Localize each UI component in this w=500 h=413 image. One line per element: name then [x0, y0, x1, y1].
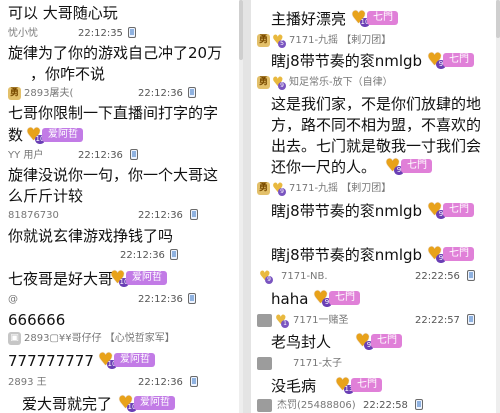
chat-message: 数	[8, 126, 24, 144]
chat-message: ，你咋不说	[30, 65, 106, 83]
fan-badge[interactable]: ♥ 13 七門	[335, 377, 395, 394]
fan-badge[interactable]: ♥ 9 七門	[427, 52, 487, 69]
username[interactable]: 忧小忧	[8, 28, 38, 40]
chat-message: 可以 大哥随心玩	[8, 4, 118, 22]
timestamp: 22:12:36	[138, 294, 183, 305]
fan-badge[interactable]: ♥ 10 爱阿哲	[118, 395, 198, 412]
chat-message: 旋律没说你一句，你一个大哥这	[8, 166, 219, 184]
timestamp: 22:22:58	[363, 400, 408, 411]
chat-message: haha	[271, 290, 309, 308]
chat-message: 七夜哥是好大哥	[8, 270, 114, 288]
fan-badge[interactable]: ♥ 9 七門	[385, 158, 445, 175]
username[interactable]: 7171-九摇 【剌刀团】	[289, 35, 391, 47]
chat-message: 老鸟封人	[271, 333, 332, 351]
username[interactable]: 7171-九摇 【剌刀团】	[289, 183, 391, 195]
fan-club-icon	[257, 314, 272, 327]
chat-message: 瞎j8带节奏的衮nmlgb	[271, 246, 423, 264]
chat-panel-right: 主播好漂亮 ♥ 10 七門 勇 ♥ 5 7171-九摇 【剌刀团】 瞎j8带节奏的…	[251, 0, 500, 413]
chat-message: 主播好漂亮	[271, 10, 347, 28]
timestamp: 22:12:36	[138, 377, 183, 388]
fan-club-icon: ▣	[8, 332, 21, 345]
fan-badge[interactable]: ♥ 9 七門	[427, 202, 487, 219]
timestamp: 22:12:36	[138, 88, 183, 99]
username[interactable]: 81876730	[8, 210, 59, 222]
mobile-icon	[467, 314, 475, 325]
heart-icon: ♥ 9	[272, 76, 286, 90]
username[interactable]: 7171一赌圣	[293, 315, 348, 327]
username[interactable]: 知足常乐-放下（自律）	[289, 77, 393, 89]
chat-message: 还你一尺的人。	[271, 158, 377, 176]
mobile-icon	[188, 293, 196, 304]
fan-badge[interactable]: ♥ 10 爱阿哲	[98, 352, 178, 369]
username[interactable]: 2893屠夫(	[24, 88, 73, 100]
heart-icon: ♥ 5	[272, 34, 286, 48]
heart-icon: ♥ 9	[272, 182, 286, 196]
fan-badge[interactable]: ♥ 9 七門	[313, 290, 373, 307]
mobile-icon	[130, 149, 138, 160]
chat-message: 瞎j8带节奏的衮nmlgb	[271, 202, 423, 220]
timestamp: 22:12:36	[120, 250, 165, 261]
timestamp: 22:12:36	[138, 210, 183, 221]
fan-badge[interactable]: ♥ 10 爱阿哲	[26, 127, 96, 144]
chat-scrollbar[interactable]	[496, 0, 500, 413]
chat-message: 出去。七门就是敬我一寸我们会	[271, 137, 482, 155]
chat-scrollbar[interactable]	[239, 0, 243, 413]
scrollbar-thumb[interactable]	[239, 0, 243, 60]
timestamp: 22:12:36	[78, 150, 123, 161]
fan-badge[interactable]: ♥ 9 七門	[355, 333, 415, 350]
username[interactable]: @	[8, 294, 18, 306]
fan-club-icon	[257, 399, 272, 412]
mobile-icon	[415, 399, 423, 410]
chat-message: 旋律为了你的游戏自己冲了20万	[8, 44, 223, 62]
chat-message: 么斤斤计较	[8, 187, 84, 205]
chat-message: 爱大哥就完了	[22, 395, 113, 413]
chat-message: 没毛病	[271, 377, 317, 395]
timestamp: 22:22:56	[415, 271, 460, 282]
username[interactable]: 7171-NB.	[281, 271, 328, 283]
mobile-icon	[190, 376, 198, 387]
username[interactable]: 2893▢¥¥哥仔仔 【心悦哲家军】	[24, 333, 175, 345]
username[interactable]: 2893 王	[8, 377, 47, 389]
mobile-icon	[170, 249, 178, 260]
chat-message: 方，路不同不相为盟，不喜欢的	[271, 116, 482, 134]
timestamp: 22:22:57	[415, 315, 460, 326]
panel-divider	[243, 0, 251, 413]
chat-message: 这是我们家，不是你们放肆的地	[271, 95, 482, 113]
mobile-icon	[128, 27, 136, 38]
username[interactable]: 杰罚(25488806)	[277, 400, 356, 412]
vip-role-icon: 勇	[257, 182, 270, 195]
fan-badge[interactable]: ♥ 9 七門	[427, 246, 487, 263]
heart-icon: ♥ 9	[259, 270, 273, 284]
username[interactable]: 7171-太子	[293, 358, 342, 370]
timestamp: 22:12:35	[78, 28, 123, 39]
vip-role-icon: 勇	[257, 34, 270, 47]
mobile-icon	[190, 209, 198, 220]
chat-message: 666666	[8, 311, 66, 329]
chat-message: 瞎j8带节奏的衮nmlgb	[271, 52, 423, 70]
vip-role-icon: 勇	[257, 76, 270, 89]
chat-message: 七哥你限制一下直播间打字的字	[8, 104, 219, 122]
username[interactable]: YY 用户	[8, 150, 43, 162]
mobile-icon	[188, 87, 196, 98]
scrollbar-thumb[interactable]	[496, 0, 500, 38]
chat-panel-left: 可以 大哥随心玩 忧小忧 22:12:35 旋律为了你的游戏自己冲了20万 ，你…	[0, 0, 243, 413]
heart-icon: ♥ 1	[275, 314, 289, 328]
chat-message: 你就说玄律游戏挣钱了吗	[8, 227, 174, 245]
mobile-icon	[467, 270, 475, 281]
vip-role-icon: 勇	[8, 87, 21, 100]
fan-badge[interactable]: ♥ 10 爱阿哲	[110, 270, 190, 287]
chat-message: 777777777	[8, 352, 94, 370]
fan-badge[interactable]: ♥ 10 七門	[351, 10, 411, 27]
fan-club-icon	[257, 357, 272, 370]
